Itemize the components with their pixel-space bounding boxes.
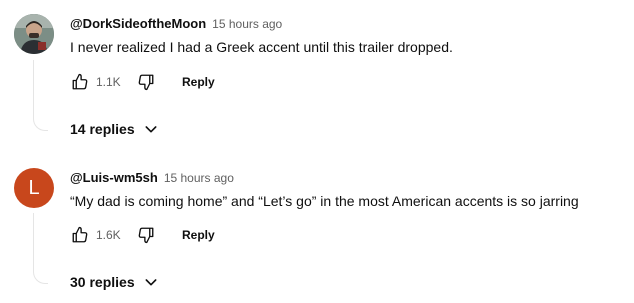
reply-button[interactable]: Reply [182,228,215,242]
like-count: 1.1K [96,75,121,89]
thread-connector [33,60,48,131]
avatar-letter: L [28,176,40,199]
thumbs-up-icon[interactable] [70,225,90,245]
thread-connector [33,213,48,284]
comment-text: I never realized I had a Greek accent un… [70,39,453,55]
comment-author[interactable]: @DorkSideoftheMoon [70,16,206,31]
comment-timestamp[interactable]: 15 hours ago [212,17,282,31]
replies-label: 14 replies [70,121,135,137]
comment-timestamp[interactable]: 15 hours ago [164,171,234,185]
like-count: 1.6K [96,228,121,242]
thumbs-down-icon[interactable] [136,225,156,245]
comment-actions: 1.1K Reply [70,70,215,94]
thumbs-down-icon[interactable] [136,72,156,92]
comment-text: “My dad is coming home” and “Let’s go” i… [70,193,579,209]
avatar[interactable] [14,14,54,54]
chevron-down-icon [143,121,159,137]
view-replies-button[interactable]: 14 replies [70,121,159,137]
replies-label: 30 replies [70,274,135,290]
comment-author[interactable]: @Luis-wm5sh [70,170,158,185]
view-replies-button[interactable]: 30 replies [70,274,159,290]
comment-actions: 1.6K Reply [70,223,215,247]
avatar-photo [14,14,54,54]
thumbs-up-icon[interactable] [70,72,90,92]
avatar[interactable]: L [14,168,54,208]
reply-button[interactable]: Reply [182,75,215,89]
chevron-down-icon [143,274,159,290]
